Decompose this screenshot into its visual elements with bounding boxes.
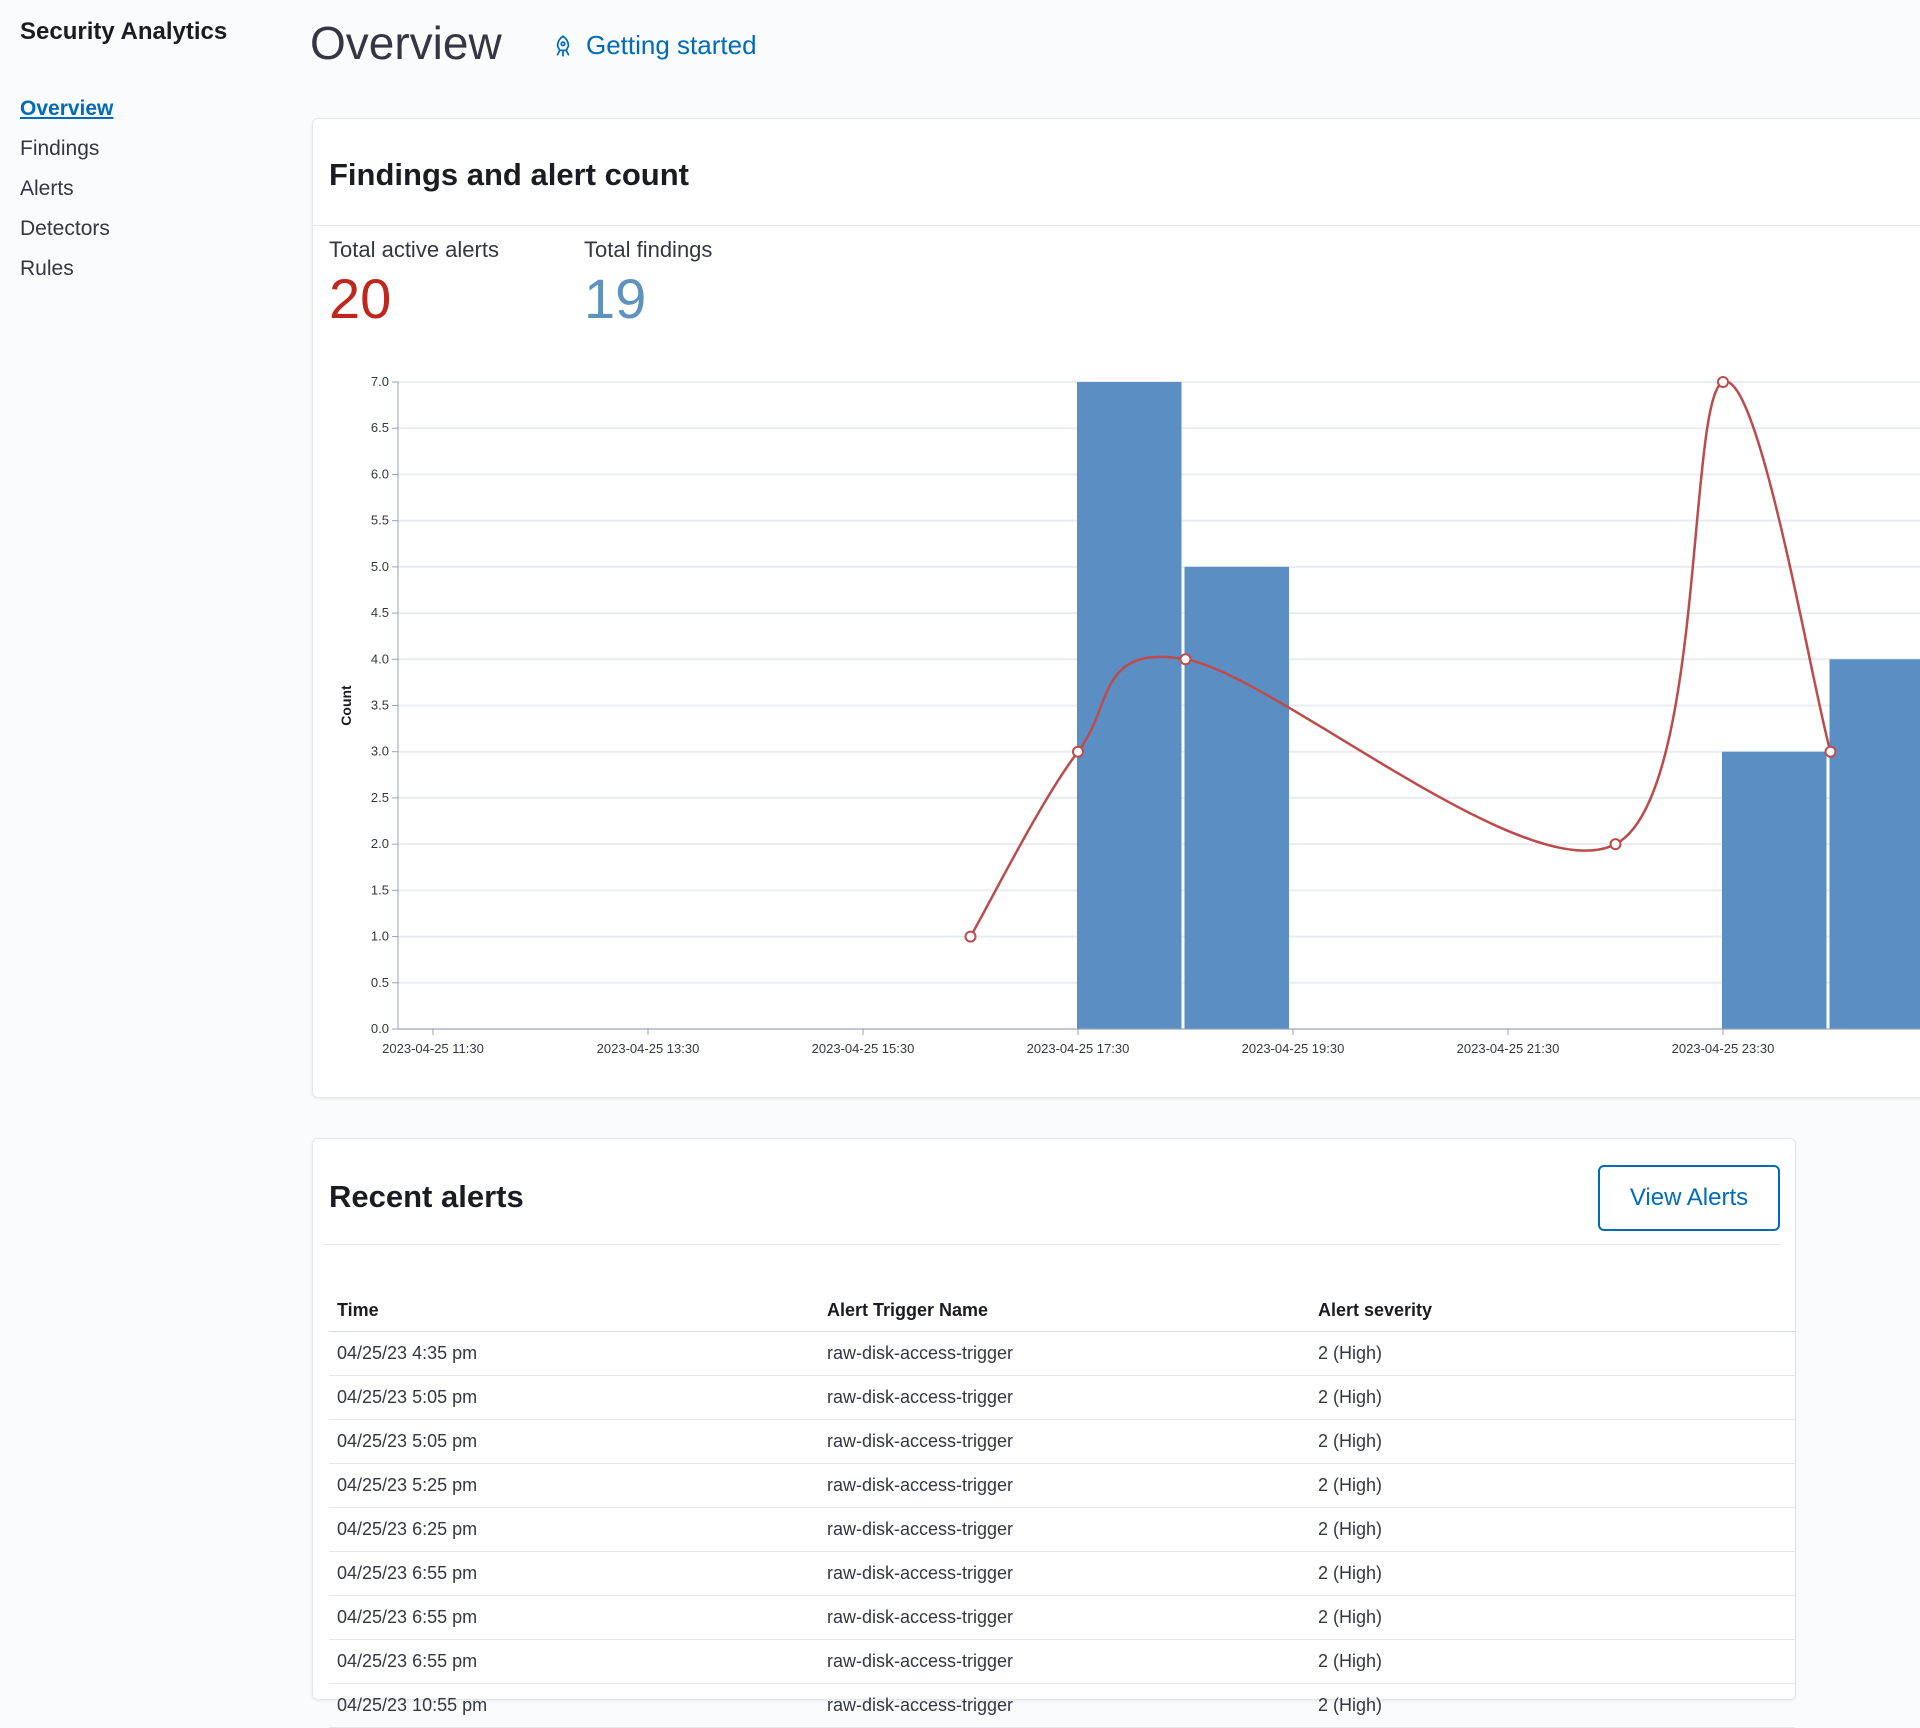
severity-cell: 2 (High) [1310, 1596, 1795, 1640]
column-header-trigger-name[interactable]: Alert Trigger Name [819, 1256, 1310, 1332]
table-row[interactable]: 04/25/23 5:25 pmraw-disk-access-trigger2… [329, 1464, 1795, 1508]
column-header-time[interactable]: Time [329, 1256, 819, 1332]
recent-alerts-table: Time Alert Trigger Name Alert severity 0… [329, 1256, 1795, 1728]
time-cell: 04/25/23 6:55 pm [329, 1552, 819, 1596]
trigger-name-cell: raw-disk-access-trigger [819, 1508, 1310, 1552]
y-tick-label: 4.0 [371, 651, 389, 666]
alerts-table-body: 04/25/23 4:35 pmraw-disk-access-trigger2… [329, 1332, 1795, 1728]
sidebar-item-findings[interactable]: Findings [20, 134, 113, 174]
severity-cell: 2 (High) [1310, 1420, 1795, 1464]
line-point [1611, 839, 1621, 849]
table-row[interactable]: 04/25/23 6:25 pmraw-disk-access-trigger2… [329, 1508, 1795, 1552]
findings-alerts-chart: 0.0 0.5 1.0 1.5 2.0 2.5 3.0 3.5 4.0 4.5 5.0 5.5 6.0 6… [313, 119, 1920, 1097]
trigger-name-cell: raw-disk-access-trigger [819, 1596, 1310, 1640]
sidebar: Security Analytics Overview Findings Ale… [0, 0, 290, 1690]
y-tick-label: 1.5 [371, 882, 389, 897]
severity-cell: 2 (High) [1310, 1332, 1795, 1376]
time-cell: 04/25/23 6:55 pm [329, 1640, 819, 1684]
y-tick-label: 6.0 [371, 466, 389, 481]
sidebar-nav: Overview Findings Alerts Detectors Rules [20, 94, 113, 294]
time-cell: 04/25/23 4:35 pm [329, 1332, 819, 1376]
severity-cell: 2 (High) [1310, 1684, 1795, 1728]
y-tick-label: 2.5 [371, 790, 389, 805]
column-header-severity[interactable]: Alert severity [1310, 1256, 1795, 1332]
bar [1077, 382, 1182, 1029]
time-cell: 04/25/23 6:25 pm [329, 1508, 819, 1552]
trigger-name-cell: raw-disk-access-trigger [819, 1464, 1310, 1508]
y-tick-label: 7.0 [371, 374, 389, 389]
time-cell: 04/25/23 10:55 pm [329, 1684, 819, 1728]
view-alerts-button[interactable]: View Alerts [1598, 1165, 1780, 1231]
time-cell: 04/25/23 5:05 pm [329, 1376, 819, 1420]
y-tick-label: 3.0 [371, 744, 389, 759]
sidebar-item-detectors[interactable]: Detectors [20, 214, 113, 254]
table-row[interactable]: 04/25/23 6:55 pmraw-disk-access-trigger2… [329, 1640, 1795, 1684]
bar [1830, 659, 1920, 1029]
trigger-name-cell: raw-disk-access-trigger [819, 1420, 1310, 1464]
recent-alerts-panel: Recent alerts View Alerts Time Alert Tri… [312, 1138, 1796, 1700]
sidebar-item-alerts[interactable]: Alerts [20, 174, 113, 214]
y-tick-label: 4.5 [371, 605, 389, 620]
table-header-row: Time Alert Trigger Name Alert severity [329, 1256, 1795, 1332]
line-point [1073, 747, 1083, 757]
line-point [1718, 377, 1728, 387]
time-cell: 04/25/23 6:55 pm [329, 1596, 819, 1640]
table-row[interactable]: 04/25/23 5:05 pmraw-disk-access-trigger2… [329, 1420, 1795, 1464]
x-tick-label: 2023-04-25 15:30 [812, 1041, 915, 1056]
table-row[interactable]: 04/25/23 5:05 pmraw-disk-access-trigger2… [329, 1376, 1795, 1420]
line-point [966, 932, 976, 942]
recent-alerts-title: Recent alerts [329, 1179, 524, 1215]
y-tick-label: 1.0 [371, 929, 389, 944]
table-row[interactable]: 04/25/23 4:35 pmraw-disk-access-trigger2… [329, 1332, 1795, 1376]
x-tick-label: 2023-04-25 11:30 [382, 1041, 484, 1056]
x-tick-label: 2023-04-25 23:30 [1672, 1041, 1775, 1056]
y-tick-label: 0.5 [371, 975, 389, 990]
y-tick-label: 5.5 [371, 513, 389, 528]
y-tick-label: 3.5 [371, 698, 389, 713]
x-tick-label: 2023-04-25 13:30 [597, 1041, 700, 1056]
table-row[interactable]: 04/25/23 6:55 pmraw-disk-access-trigger2… [329, 1596, 1795, 1640]
time-cell: 04/25/23 5:25 pm [329, 1464, 819, 1508]
y-tick-label: 2.0 [371, 836, 389, 851]
sidebar-item-overview[interactable]: Overview [20, 94, 113, 134]
bar [1185, 567, 1290, 1029]
line-point [1826, 747, 1836, 757]
y-tick-label: 5.0 [371, 559, 389, 574]
table-row[interactable]: 04/25/23 6:55 pmraw-disk-access-trigger2… [329, 1552, 1795, 1596]
sidebar-item-rules[interactable]: Rules [20, 254, 113, 294]
getting-started-link[interactable]: Getting started [550, 30, 757, 61]
trigger-name-cell: raw-disk-access-trigger [819, 1376, 1310, 1420]
severity-cell: 2 (High) [1310, 1640, 1795, 1684]
trigger-name-cell: raw-disk-access-trigger [819, 1552, 1310, 1596]
severity-cell: 2 (High) [1310, 1376, 1795, 1420]
bar [1722, 752, 1827, 1029]
y-axis-label: Count [338, 685, 354, 726]
x-tick-label: 2023-04-25 19:30 [1242, 1041, 1345, 1056]
trigger-name-cell: raw-disk-access-trigger [819, 1684, 1310, 1728]
severity-cell: 2 (High) [1310, 1552, 1795, 1596]
severity-cell: 2 (High) [1310, 1508, 1795, 1552]
getting-started-label: Getting started [586, 30, 757, 61]
rocket-icon [550, 33, 576, 59]
x-tick-label: 2023-04-25 17:30 [1027, 1041, 1130, 1056]
x-tick-label: 2023-04-25 21:30 [1457, 1041, 1560, 1056]
panel-divider [323, 1244, 1781, 1245]
trigger-name-cell: raw-disk-access-trigger [819, 1332, 1310, 1376]
findings-panel: Findings and alert count Total active al… [312, 118, 1920, 1098]
table-row[interactable]: 04/25/23 10:55 pmraw-disk-access-trigger… [329, 1684, 1795, 1728]
y-tick-label: 0.0 [371, 1021, 389, 1036]
line-point [1181, 654, 1191, 664]
severity-cell: 2 (High) [1310, 1464, 1795, 1508]
trigger-name-cell: raw-disk-access-trigger [819, 1640, 1310, 1684]
time-cell: 04/25/23 5:05 pm [329, 1420, 819, 1464]
app-title: Security Analytics [20, 18, 227, 46]
y-tick-label: 6.5 [371, 420, 389, 435]
page-title: Overview [310, 16, 502, 70]
